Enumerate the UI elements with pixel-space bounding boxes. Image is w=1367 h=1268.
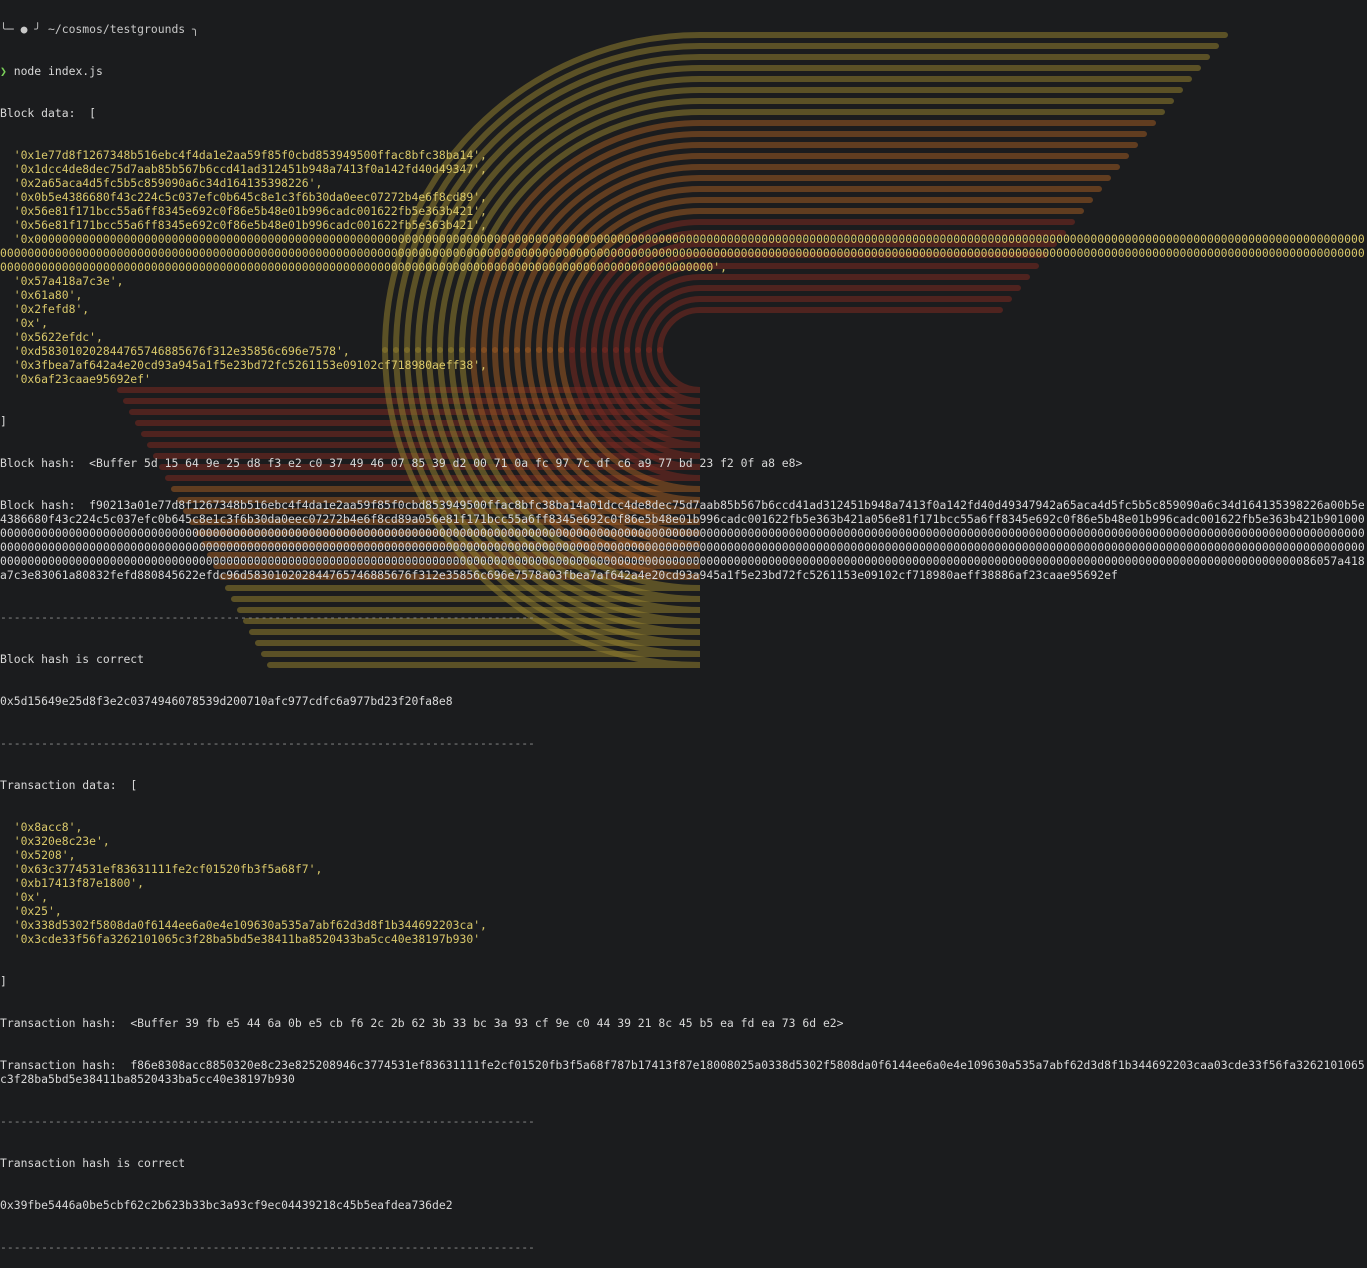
tx-data-item: '0x',: [0, 890, 49, 904]
tx-data-item: '0x25',: [0, 904, 62, 918]
block-data-item: '0x5622efdc',: [0, 330, 103, 344]
block-buffer-label: Block hash:: [0, 456, 76, 470]
tx-data-item: '0x63c3774531ef83631111fe2cf01520fb3f5a6…: [0, 862, 323, 876]
tx-data-label: Transaction data:: [0, 778, 117, 792]
tx-buffer-value: <Buffer 39 fb e5 44 6a 0b e5 cb f6 2c 2b…: [130, 1016, 844, 1030]
top-bar-fragment: ╰─ ● ╯ ~/cosmos/testgrounds ╮: [0, 22, 199, 36]
block-data-item: '0x0b5e4386680f43c224c5c037efc0b645c8e1c…: [0, 190, 487, 204]
block-data-item: '0x1dcc4de8dec75d7aab85b567b6ccd41ad3124…: [0, 162, 487, 176]
block-buffer-line: Block hash: <Buffer 5d 15 64 9e 25 d8 f3…: [0, 456, 1367, 470]
tx-data-item: '0x338d5302f5808da0f6144ee6a0e4e109630a5…: [0, 918, 487, 932]
block-correct-message: Block hash is correct: [0, 652, 145, 666]
block-rlp-value: f90213a01e77d8f1267348b516ebc4f4da1e2aa5…: [0, 498, 1365, 582]
block-data-header: Block data: [: [0, 106, 1367, 120]
block-data-item: '0x56e81f171bcc55a6ff8345e692c0f86e5b48e…: [0, 204, 487, 218]
tx-data-header: Transaction data: [: [0, 778, 1367, 792]
tx-data-close-bracket: ]: [0, 974, 7, 988]
tx-hash-value: 0x39fbe5446a0be5cbf62c2b623b33bc3a93cf9e…: [0, 1198, 453, 1212]
block-data-item: '0x3fbea7af642a4e20cd93a945a1f5e23bd72fc…: [0, 358, 487, 372]
tx-buffer-label: Transaction hash:: [0, 1016, 117, 1030]
block-rlp-line: Block hash: f90213a01e77d8f1267348b516eb…: [0, 498, 1367, 582]
tx-data-list: '0x8acc8', '0x320e8c23e', '0x5208', '0x6…: [0, 820, 1367, 946]
block-data-item: '0x1e77d8f1267348b516ebc4f4da1e2aa59f85f…: [0, 148, 487, 162]
block-rlp-label: Block hash:: [0, 498, 76, 512]
separator: ----------------------------------------…: [0, 1114, 535, 1128]
block-buffer-value: <Buffer 5d 15 64 9e 25 d8 f3 e2 c0 37 49…: [89, 456, 803, 470]
tx-data-item: '0x3cde33f56fa3262101065c3f28ba5bd5e3841…: [0, 932, 481, 946]
separator: ----------------------------------------…: [0, 610, 535, 624]
block-data-item: '0xd583010202844765746885676f312e35856c6…: [0, 344, 350, 358]
tx-data-item: '0xb17413f87e1800',: [0, 876, 145, 890]
tx-buffer-line: Transaction hash: <Buffer 39 fb e5 44 6a…: [0, 1016, 1367, 1030]
block-data-label: Block data:: [0, 106, 76, 120]
block-data-item: '0x',: [0, 316, 49, 330]
terminal-output: ╰─ ● ╯ ~/cosmos/testgrounds ╮ ❯ node ind…: [0, 0, 1367, 1268]
tx-correct-message: Transaction hash is correct: [0, 1156, 186, 1170]
tx-rlp-line: Transaction hash: f86e8308acc8850320e8c2…: [0, 1058, 1367, 1086]
prompt-symbol: ❯: [0, 64, 7, 78]
block-data-item: '0x2fefd8',: [0, 302, 90, 316]
separator: ----------------------------------------…: [0, 736, 535, 750]
tx-data-item: '0x320e8c23e',: [0, 834, 110, 848]
block-data-item: '0x0000000000000000000000000000000000000…: [0, 232, 1365, 274]
command-text: node index.js: [13, 64, 103, 78]
block-data-list: '0x1e77d8f1267348b516ebc4f4da1e2aa59f85f…: [0, 148, 1367, 386]
block-data-open-bracket: [: [89, 106, 97, 120]
separator: ----------------------------------------…: [0, 1240, 535, 1254]
tx-data-item: '0x8acc8',: [0, 820, 83, 834]
block-hash-value: 0x5d15649e25d8f3e2c0374946078539d200710a…: [0, 694, 453, 708]
tx-rlp-label: Transaction hash:: [0, 1058, 117, 1072]
block-data-item: '0x2a65aca4d5fc5b5c859090a6c34d164135398…: [0, 176, 323, 190]
tx-rlp-value: f86e8308acc8850320e8c23e825208946c377453…: [0, 1058, 1365, 1086]
block-data-item: '0x61a80',: [0, 288, 83, 302]
tx-data-item: '0x5208',: [0, 848, 76, 862]
block-data-close-bracket: ]: [0, 414, 7, 428]
block-data-item: '0x6af23caae95692ef': [0, 372, 151, 386]
tx-data-open-bracket: [: [130, 778, 138, 792]
block-data-item: '0x56e81f171bcc55a6ff8345e692c0f86e5b48e…: [0, 218, 487, 232]
prompt-line: ❯ node index.js: [0, 64, 1367, 78]
block-data-item: '0x57a418a7c3e',: [0, 274, 124, 288]
